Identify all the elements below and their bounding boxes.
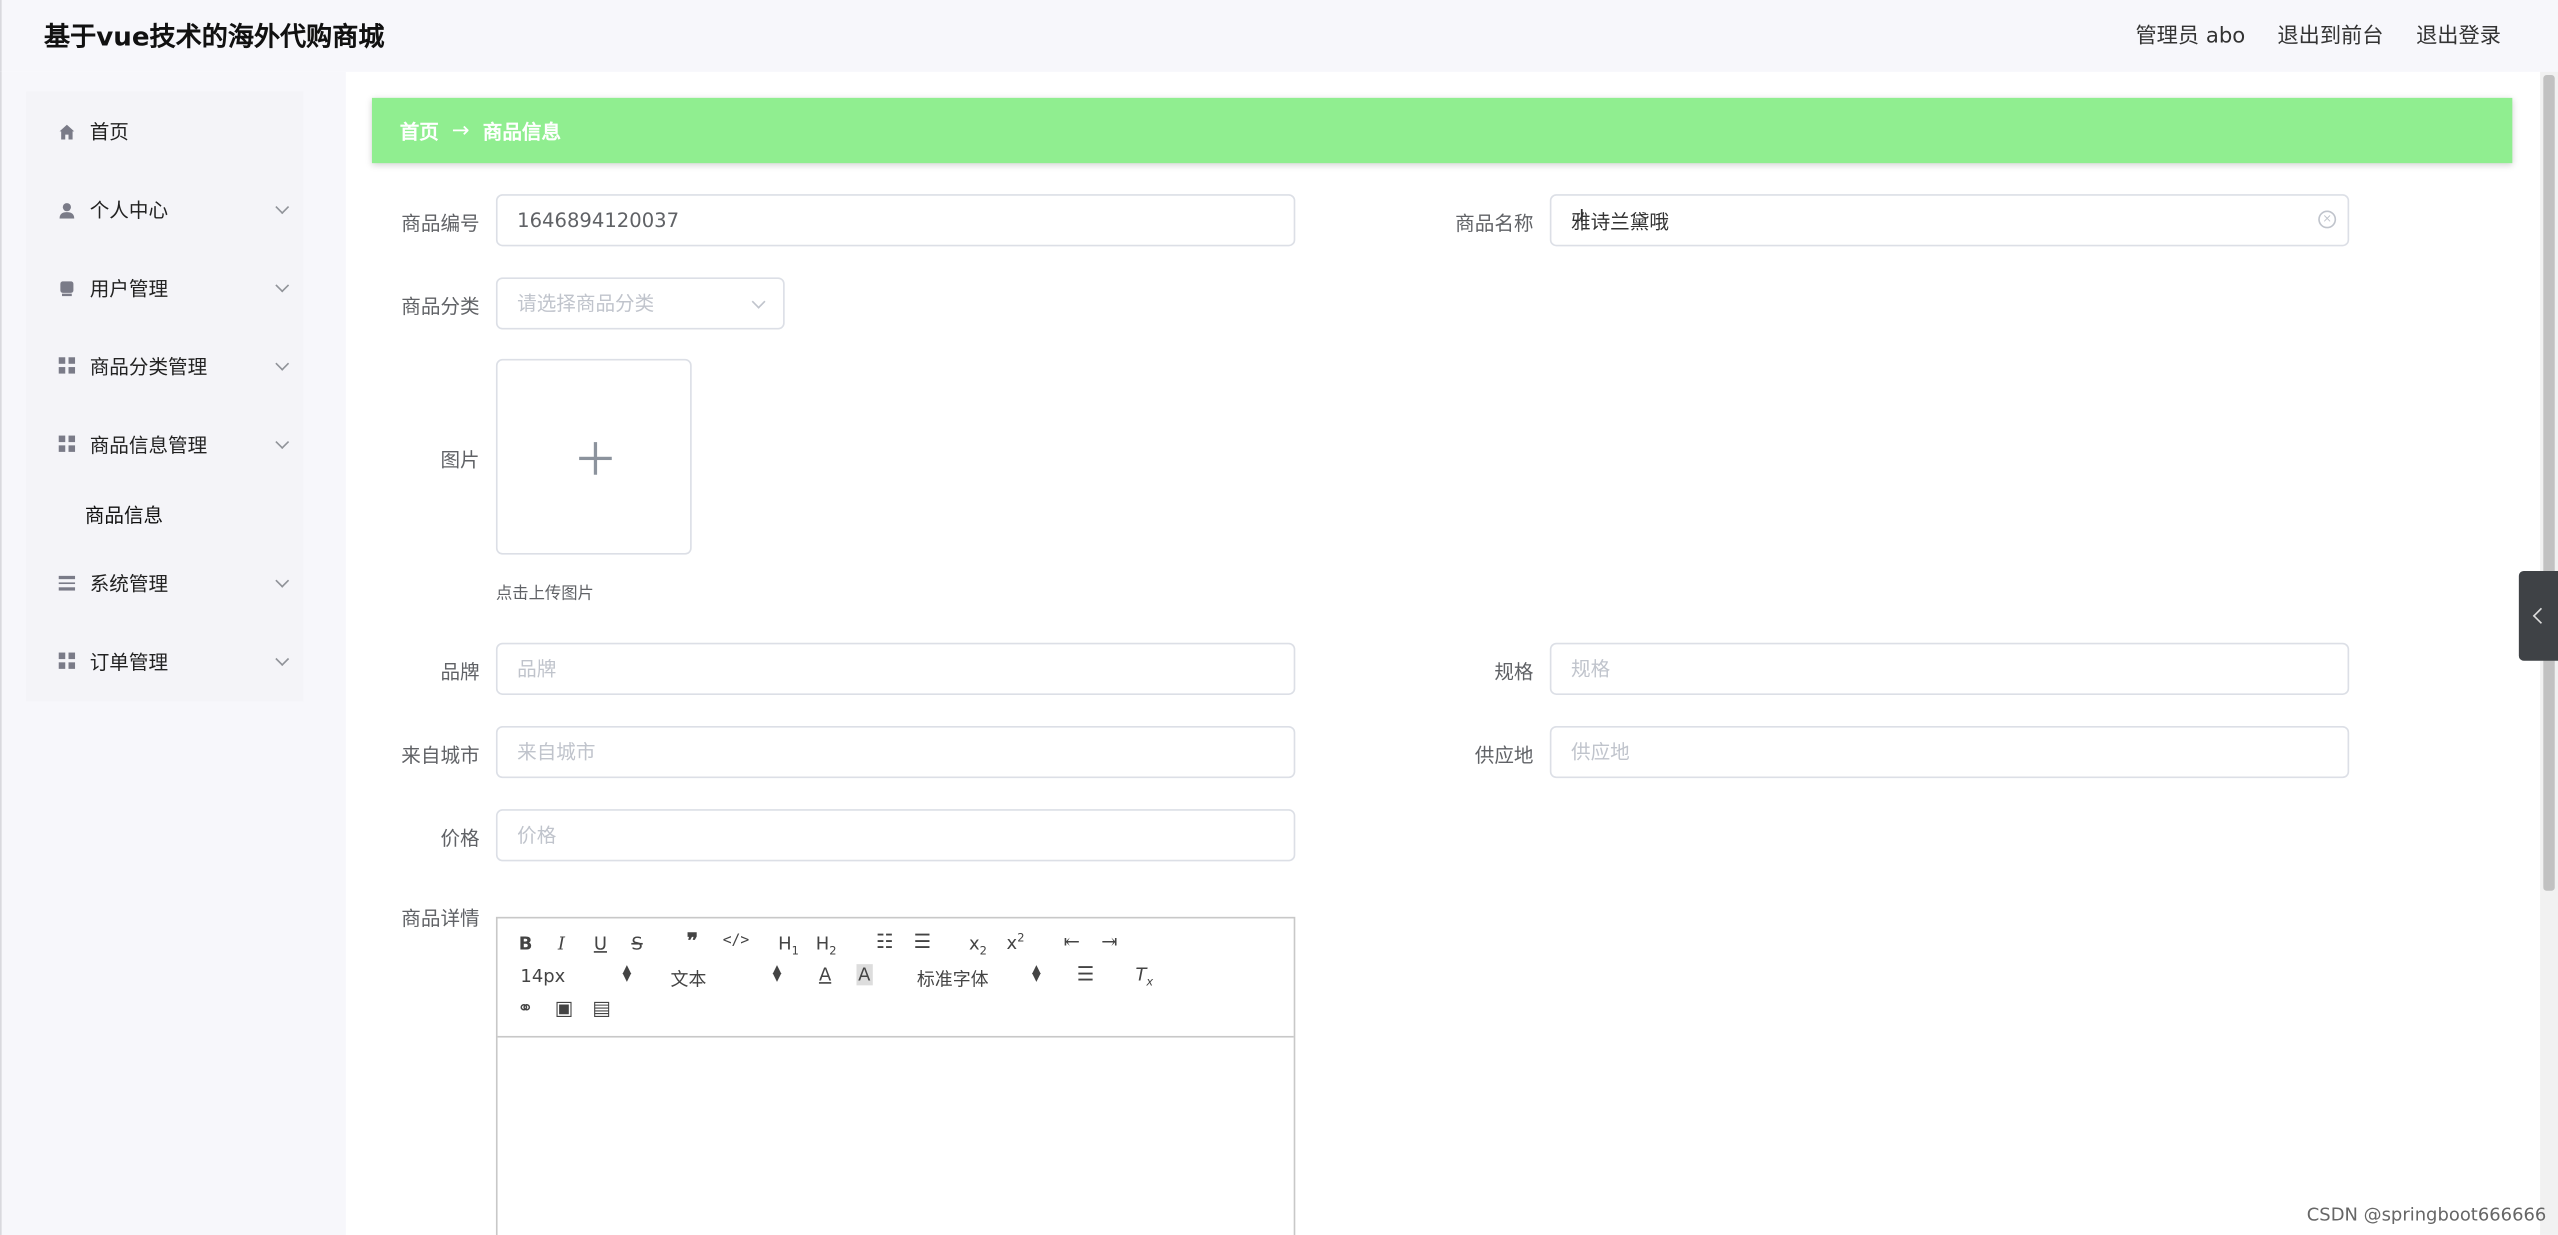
- bullet-list-icon[interactable]: ☰: [914, 930, 932, 953]
- city-label: 来自城市: [401, 743, 480, 767]
- select-arrows-icon: ▲ ▼: [622, 962, 632, 984]
- site-title: 基于vue技术的海外代购商城: [44, 21, 385, 53]
- brand-input[interactable]: [495, 642, 1296, 695]
- sidebar-item-product-management[interactable]: 商品信息管理: [26, 419, 303, 468]
- font-family-value: 标准字体: [916, 969, 989, 991]
- sidebar-item-label: 商品信息管理: [89, 433, 208, 456]
- code-icon[interactable]: </>: [723, 933, 750, 949]
- grid-icon: [58, 357, 76, 374]
- spec-label: 规格: [1494, 660, 1534, 684]
- price-input[interactable]: [495, 809, 1296, 862]
- list-icon: [58, 574, 76, 590]
- select-arrows-icon: ▲ ▼: [1032, 962, 1041, 984]
- detail-label: 商品详情: [401, 907, 480, 930]
- category-select[interactable]: [495, 277, 785, 330]
- chevron-down-icon: [275, 435, 290, 450]
- watermark: CSDN @springboot666666: [2306, 1203, 2547, 1226]
- sidebar-item-label: 个人中心: [89, 198, 169, 222]
- back-to-front-link[interactable]: 退出到前台: [2277, 18, 2383, 48]
- sidebar-item-order-management[interactable]: 订单管理: [26, 636, 303, 685]
- image-icon[interactable]: ▣: [555, 997, 574, 1020]
- font-size-select[interactable]: 14px ▲ ▼: [520, 962, 632, 987]
- brand-label: 品牌: [440, 660, 480, 684]
- font-color-icon[interactable]: A: [819, 964, 831, 985]
- users-icon: [59, 279, 75, 297]
- side-collapse-button[interactable]: [2518, 570, 2558, 661]
- city-input[interactable]: [495, 725, 1296, 779]
- sidebar-subitem-product-info[interactable]: 商品信息: [85, 501, 163, 529]
- image-upload-button[interactable]: [495, 358, 692, 555]
- sidebar-item-home[interactable]: 首页: [26, 106, 303, 155]
- select-arrows-icon: ▲ ▼: [772, 962, 782, 984]
- italic-icon[interactable]: I: [558, 933, 565, 954]
- sidebar-item-label: 首页: [89, 119, 129, 143]
- chevron-down-icon: [275, 200, 290, 215]
- supply-input[interactable]: [1549, 725, 2350, 779]
- sidebar-item-personal-center[interactable]: 个人中心: [26, 184, 303, 233]
- sidebar-item-label: 系统管理: [89, 571, 169, 595]
- h2-icon[interactable]: H2: [816, 933, 837, 958]
- top-bar: 基于vue技术的海外代购商城 管理员 abo 退出到前台 退出登录: [0, 0, 2558, 72]
- logout-link[interactable]: 退出登录: [2416, 18, 2501, 48]
- category-label: 商品分类: [401, 295, 480, 319]
- rich-text-editor: B I U S ❞ </> H1 H2 ☷ ☰ x2 x2 ⇤ ⇥ 14px ▲…: [495, 916, 1296, 1235]
- blockquote-icon[interactable]: ❞: [687, 930, 698, 954]
- sidebar-item-user-management[interactable]: 用户管理: [26, 263, 303, 312]
- header-select-value: 文本: [670, 969, 707, 991]
- link-icon[interactable]: ⚭: [517, 997, 533, 1020]
- grid-icon: [58, 435, 76, 452]
- breadcrumb-home-link[interactable]: 首页: [400, 117, 439, 145]
- sidebar-menu: [26, 91, 304, 702]
- price-label: 价格: [440, 827, 480, 850]
- scrollbar-thumb[interactable]: [2543, 75, 2555, 891]
- background-color-icon[interactable]: A: [856, 964, 873, 986]
- plus-icon-vertical: [593, 442, 597, 475]
- editor-content-area[interactable]: [498, 1038, 1294, 1234]
- indent-icon[interactable]: ⇥: [1101, 930, 1117, 953]
- underline-icon[interactable]: U: [594, 933, 607, 954]
- supply-label: 供应地: [1474, 743, 1534, 767]
- chevron-down-icon: [275, 652, 290, 666]
- outdent-icon[interactable]: ⇤: [1064, 930, 1080, 953]
- superscript-icon[interactable]: x2: [1007, 932, 1025, 954]
- sidebar-item-label: 商品分类管理: [89, 354, 208, 378]
- ordered-list-icon[interactable]: ☷: [876, 930, 894, 953]
- home-icon: [59, 122, 75, 140]
- clear-icon[interactable]: ×: [2318, 210, 2337, 229]
- sidebar-item-label: 订单管理: [89, 650, 169, 673]
- chevron-left-icon: [2532, 607, 2549, 624]
- sidebar-item-category-management[interactable]: 商品分类管理: [26, 341, 303, 390]
- product-code-label: 商品编号: [401, 212, 480, 235]
- header-select[interactable]: 文本 ▲ ▼: [670, 962, 782, 990]
- image-label: 图片: [440, 448, 480, 472]
- user-icon: [59, 201, 75, 219]
- spec-input[interactable]: [1549, 642, 2350, 695]
- font-family-select[interactable]: 标准字体 ▲ ▼: [917, 962, 1041, 990]
- text-cursor-icon: I: [1579, 205, 1585, 227]
- product-name-label: 商品名称: [1455, 212, 1534, 235]
- font-size-value: 14px: [520, 965, 566, 987]
- sidebar-item-label: 用户管理: [89, 276, 169, 300]
- product-name-input[interactable]: [1549, 194, 2350, 247]
- strike-icon[interactable]: S: [631, 933, 642, 954]
- editor-toolbar: B I U S ❞ </> H1 H2 ☷ ☰ x2 x2 ⇤ ⇥ 14px ▲…: [497, 918, 1294, 1038]
- video-icon[interactable]: ▤: [592, 997, 611, 1020]
- admin-label: 管理员 abo: [2135, 24, 2246, 49]
- breadcrumb: 首页 → 商品信息: [371, 97, 2513, 164]
- h1-icon[interactable]: H1: [778, 933, 799, 958]
- product-code-input[interactable]: [495, 194, 1296, 247]
- bold-icon[interactable]: B: [519, 933, 533, 954]
- clear-format-icon[interactable]: Tx: [1135, 964, 1153, 989]
- page: 基于vue技术的海外代购商城 管理员 abo 退出到前台 退出登录 首页 个人中…: [0, 0, 2558, 1235]
- chevron-down-icon: [275, 278, 290, 293]
- grid-icon: [58, 652, 76, 669]
- subscript-icon[interactable]: x2: [969, 933, 987, 958]
- align-icon[interactable]: ☰: [1077, 963, 1095, 986]
- breadcrumb-current: 商品信息: [482, 119, 562, 143]
- chevron-down-icon: [275, 356, 290, 371]
- chevron-down-icon: [275, 573, 290, 588]
- breadcrumb-separator: →: [451, 118, 470, 143]
- sidebar-item-system-management[interactable]: 系统管理: [26, 558, 303, 607]
- upload-hint: 点击上传图片: [495, 585, 594, 604]
